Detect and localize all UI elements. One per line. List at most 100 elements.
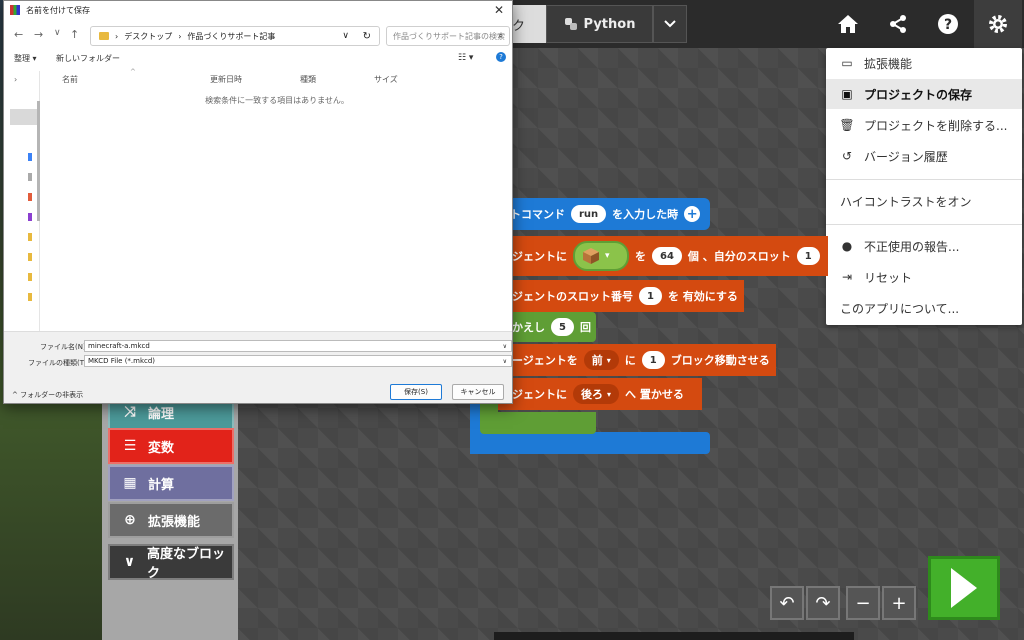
- column-header-name[interactable]: 名前: [62, 74, 78, 85]
- chevron-down-icon: ∨: [502, 342, 507, 350]
- category-label: 高度なブロック: [146, 547, 225, 581]
- share-button[interactable]: [874, 0, 922, 48]
- view-options-icon[interactable]: ☷ ▾: [458, 53, 473, 63]
- run-button[interactable]: [928, 556, 1000, 620]
- block-agent-move[interactable]: ージェントを 前 ▾ に 1 ブロック移動させる: [498, 344, 776, 376]
- search-input[interactable]: 作品づくりサポート記事の検索 ⌕: [386, 26, 510, 46]
- organize-button[interactable]: 整理 ▾: [14, 53, 37, 64]
- category-extensions[interactable]: ⊕ 拡張機能: [108, 502, 234, 538]
- new-folder-button[interactable]: 新しいフォルダー: [56, 53, 120, 64]
- category-label: 変数: [148, 440, 175, 456]
- menu-item-label: バージョン履歴: [864, 149, 948, 164]
- move-distance-value[interactable]: 1: [641, 351, 665, 369]
- navigation-pane[interactable]: ›: [8, 71, 40, 331]
- save-button-label: 保存(S): [404, 388, 428, 396]
- undo-button[interactable]: ↶: [770, 586, 804, 620]
- undo-icon: ↶: [779, 592, 795, 614]
- back-button[interactable]: ←: [14, 28, 23, 41]
- category-variables[interactable]: ☰ 変数: [108, 428, 234, 464]
- menu-item-save-project[interactable]: ▣ プロジェクトの保存: [826, 79, 1022, 109]
- chat-command-value[interactable]: run: [571, 205, 607, 223]
- menu-item-report-abuse[interactable]: ● 不正使用の報告...: [826, 231, 1022, 261]
- menu-divider: [826, 224, 1022, 225]
- zoom-in-button[interactable]: +: [882, 586, 916, 620]
- home-button[interactable]: [824, 0, 872, 48]
- direction-dropdown[interactable]: 前 ▾: [583, 350, 619, 370]
- category-math[interactable]: ▦ 計算: [108, 465, 234, 501]
- item-selector[interactable]: ▾: [573, 241, 629, 271]
- block-item-icon: [583, 248, 599, 264]
- block-agent-set-slot[interactable]: ジェントのスロット番号 1 を 有効にする: [498, 280, 744, 312]
- save-button[interactable]: 保存(S): [390, 384, 442, 400]
- chevron-right-icon: ›: [178, 31, 182, 41]
- refresh-icon[interactable]: ↻: [363, 31, 371, 42]
- menu-item-version-history[interactable]: ↺ バージョン履歴: [826, 141, 1022, 171]
- breadcrumb-item[interactable]: デスクトップ: [124, 31, 172, 42]
- filetype-select[interactable]: MKCD File (*.mkcd) ∨: [84, 355, 512, 367]
- dialog-title: 名前を付けて保存: [4, 1, 512, 19]
- column-header-size[interactable]: サイズ: [374, 74, 398, 85]
- menu-item-extensions[interactable]: ▭ 拡張機能: [826, 48, 1022, 78]
- plus-icon: +: [891, 592, 907, 614]
- redo-button[interactable]: ↷: [806, 586, 840, 620]
- hide-folders-toggle[interactable]: ^ フォルダーの非表示: [12, 390, 83, 400]
- zoom-out-button[interactable]: −: [846, 586, 880, 620]
- category-advanced[interactable]: ∨ 高度なブロック: [108, 544, 234, 581]
- menu-item-label: 拡張機能: [864, 56, 913, 71]
- nav-selected-item[interactable]: [10, 109, 38, 125]
- drive-icon: ▭: [841, 56, 853, 70]
- plus-circle-icon: ⊕: [124, 512, 136, 528]
- block-text: トコマンド: [510, 208, 565, 221]
- repeat-count-text: 5: [559, 321, 566, 333]
- sort-caret-icon: ^: [130, 68, 136, 76]
- direction-dropdown[interactable]: 後ろ ▾: [573, 384, 620, 404]
- recent-dropdown[interactable]: ∨: [54, 28, 61, 38]
- block-text: ジェントのスロット番号: [512, 290, 633, 303]
- tab-python[interactable]: Python: [546, 5, 653, 43]
- block-text: 回: [579, 321, 591, 334]
- direction-text: 後ろ: [581, 388, 603, 401]
- help-icon[interactable]: ?: [496, 52, 506, 62]
- nav-scrollbar[interactable]: [37, 101, 40, 221]
- bottom-panel-handle[interactable]: [494, 632, 854, 640]
- move-distance-text: 1: [649, 354, 657, 366]
- close-button[interactable]: ✕: [494, 3, 504, 17]
- nav-item-icon: [28, 193, 32, 201]
- block-text: へ 置かせる: [625, 388, 684, 401]
- cancel-button[interactable]: キャンセル: [452, 384, 504, 400]
- column-header-modified[interactable]: 更新日時: [210, 74, 242, 85]
- item-count-value[interactable]: 64: [652, 247, 682, 265]
- search-icon: ⌕: [498, 31, 503, 40]
- plus-circle-icon[interactable]: +: [684, 206, 701, 222]
- block-text: 個 、自分のスロット: [687, 250, 791, 263]
- up-button[interactable]: ↑: [70, 28, 79, 41]
- settings-button[interactable]: [974, 0, 1022, 48]
- nav-item-icon: [28, 253, 32, 261]
- menu-item-reset[interactable]: ⇥ リセット: [826, 262, 1022, 292]
- direction-text: 前: [591, 354, 603, 367]
- menu-item-about[interactable]: このアプリについて...: [826, 293, 1022, 323]
- menu-item-high-contrast[interactable]: ハイコントラストをオン: [826, 186, 1022, 216]
- slot-number-value[interactable]: 1: [639, 287, 662, 305]
- shuffle-icon: ⤨: [124, 404, 136, 420]
- nav-item-icon: [28, 293, 32, 301]
- help-icon: ?: [938, 14, 958, 34]
- slot-value[interactable]: 1: [796, 247, 820, 265]
- address-bar[interactable]: › デスクトップ › 作品づくりサポート記事 ∨ ↻: [90, 26, 380, 46]
- block-agent-set-item[interactable]: ジェントに ▾ を 64 個 、自分のスロット 1: [498, 236, 828, 276]
- block-agent-place[interactable]: ジェントに 後ろ ▾ へ 置かせる: [498, 378, 702, 410]
- forward-button[interactable]: →: [34, 28, 43, 41]
- breadcrumb-item[interactable]: 作品づくりサポート記事: [187, 31, 275, 42]
- column-header-type[interactable]: 種類: [300, 74, 316, 85]
- file-input-area: ファイル名(N): minecraft-a.mkcd ∨ ファイルの種類(T):…: [4, 331, 512, 403]
- filename-input[interactable]: minecraft-a.mkcd ∨: [84, 340, 512, 352]
- chevron-down-icon[interactable]: ∨: [342, 31, 349, 41]
- chevron-right-icon[interactable]: ›: [14, 75, 17, 84]
- tab-blocks[interactable]: ク: [512, 5, 546, 43]
- share-icon: [890, 15, 906, 33]
- repeat-count-value[interactable]: 5: [551, 318, 574, 336]
- language-dropdown-button[interactable]: [653, 5, 687, 43]
- help-button[interactable]: ?: [924, 0, 972, 48]
- trash-icon: 🗑: [839, 118, 855, 132]
- menu-item-delete-project[interactable]: 🗑 プロジェクトを削除する...: [826, 110, 1022, 140]
